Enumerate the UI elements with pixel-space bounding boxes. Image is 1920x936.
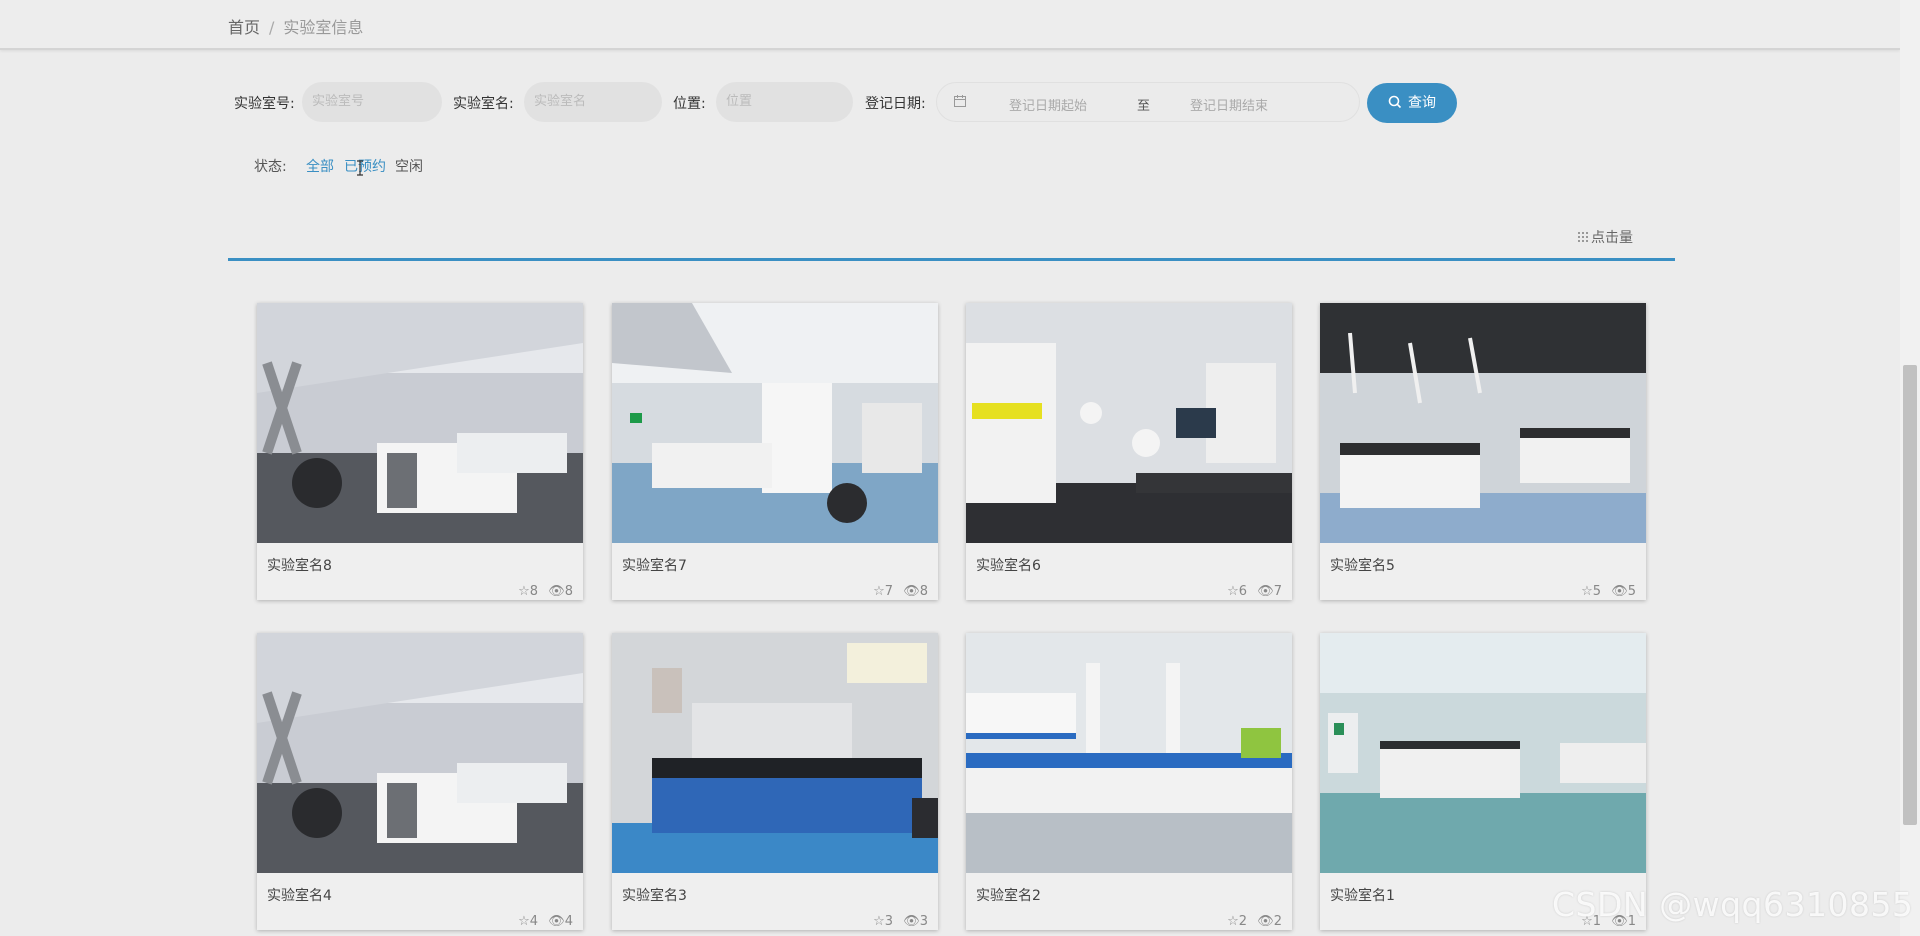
lab-card[interactable]: 实验室名6 ☆6 👁7 [966, 303, 1292, 600]
card-meta: ☆7 👁8 [873, 584, 928, 599]
card-title: 实验室名7 [622, 558, 687, 574]
eye-icon: 👁 [548, 914, 565, 929]
card-title: 实验室名8 [267, 558, 332, 574]
star-count: 5 [1592, 584, 1602, 599]
calendar-icon [953, 94, 967, 112]
star-count: 8 [529, 584, 539, 599]
query-button-label: 查询 [1408, 95, 1436, 111]
eye-icon: 👁 [903, 914, 920, 929]
lab-photo [1320, 303, 1646, 543]
status-option-reserved[interactable]: 已预约 [344, 156, 386, 176]
lab-photo [612, 303, 938, 543]
scrollbar-track[interactable] [1900, 0, 1920, 936]
section-divider [228, 258, 1675, 261]
top-bar: 首页 / 实验室信息 [0, 0, 1900, 50]
card-title: 实验室名1 [1330, 888, 1395, 904]
lab-card[interactable]: 实验室名5 ☆5 👁5 [1320, 303, 1646, 600]
search-icon [1388, 95, 1402, 109]
lab-photo [966, 303, 1292, 543]
date-label: 登记日期: [865, 96, 926, 112]
grid-icon [1578, 232, 1588, 242]
sort-by-clicks[interactable]: 点击量 [1578, 227, 1633, 247]
view-count: 8 [919, 584, 928, 599]
card-meta: ☆4 👁4 [518, 914, 573, 929]
room-name-input[interactable]: 实验室名 [524, 82, 662, 122]
lab-photo [966, 633, 1292, 873]
card-meta: ☆5 👁5 [1581, 584, 1636, 599]
breadcrumb-current: 实验室信息 [283, 18, 364, 37]
star-count: 7 [884, 584, 894, 599]
view-count: 5 [1627, 584, 1636, 599]
lab-photo [1320, 633, 1646, 873]
date-start-input[interactable]: 登记日期起始 [1009, 95, 1087, 114]
breadcrumb-home[interactable]: 首页 [228, 18, 260, 37]
card-title: 实验室名4 [267, 888, 332, 904]
breadcrumb-separator: / [269, 18, 275, 37]
card-title: 实验室名6 [976, 558, 1041, 574]
room-no-label: 实验室号: [234, 96, 295, 112]
eye-icon: 👁 [548, 584, 565, 599]
star-count: 6 [1238, 584, 1248, 599]
view-count: 7 [1273, 584, 1282, 599]
view-count: 2 [1273, 914, 1282, 929]
star-count: 2 [1238, 914, 1248, 929]
eye-icon: 👁 [1257, 914, 1274, 929]
location-label: 位置: [673, 96, 706, 112]
star-icon: ☆ [518, 914, 530, 929]
star-icon: ☆ [873, 584, 885, 599]
scrollbar-thumb[interactable] [1903, 365, 1917, 825]
lab-photo [257, 633, 583, 873]
status-option-all[interactable]: 全部 [306, 156, 334, 176]
room-name-label: 实验室名: [453, 96, 514, 112]
room-no-input[interactable]: 实验室号 [302, 82, 442, 122]
star-icon: ☆ [873, 914, 885, 929]
breadcrumb: 首页 / 实验室信息 [228, 14, 363, 38]
view-count: 4 [564, 914, 573, 929]
query-button[interactable]: 查询 [1367, 83, 1457, 123]
lab-photo [257, 303, 583, 543]
lab-card[interactable]: 实验室名2 ☆2 👁2 [966, 633, 1292, 930]
star-icon: ☆ [1581, 584, 1593, 599]
view-count: 8 [564, 584, 573, 599]
eye-icon: 👁 [903, 584, 920, 599]
lab-card[interactable]: 实验室名3 ☆3 👁3 [612, 633, 938, 930]
lab-card[interactable]: 实验室名7 ☆7 👁8 [612, 303, 938, 600]
card-meta: ☆6 👁7 [1227, 584, 1282, 599]
card-meta: ☆2 👁2 [1227, 914, 1282, 929]
view-count: 3 [919, 914, 928, 929]
card-meta: ☆8 👁8 [518, 584, 573, 599]
card-title: 实验室名3 [622, 888, 687, 904]
status-option-free[interactable]: 空闲 [395, 156, 423, 176]
location-input[interactable]: 位置 [716, 82, 853, 122]
text-cursor-icon [357, 160, 363, 176]
star-icon: ☆ [1227, 914, 1239, 929]
card-title: 实验室名5 [1330, 558, 1395, 574]
lab-photo [612, 633, 938, 873]
star-count: 3 [884, 914, 894, 929]
watermark: CSDN @wqq6310855 [1552, 885, 1914, 924]
card-title: 实验室名2 [976, 888, 1041, 904]
eye-icon: 👁 [1257, 584, 1274, 599]
date-range-to: 至 [1137, 99, 1151, 114]
eye-icon: 👁 [1611, 584, 1628, 599]
star-count: 4 [529, 914, 539, 929]
date-end-input[interactable]: 登记日期结束 [1190, 95, 1268, 114]
card-meta: ☆3 👁3 [873, 914, 928, 929]
status-label: 状态: [254, 159, 287, 175]
sort-label: 点击量 [1591, 230, 1633, 246]
star-icon: ☆ [1227, 584, 1239, 599]
star-icon: ☆ [518, 584, 530, 599]
lab-card[interactable]: 实验室名4 ☆4 👁4 [257, 633, 583, 930]
date-range-picker[interactable]: 登记日期起始 至 登记日期结束 [936, 82, 1360, 122]
lab-card[interactable]: 实验室名8 ☆8 👁8 [257, 303, 583, 600]
